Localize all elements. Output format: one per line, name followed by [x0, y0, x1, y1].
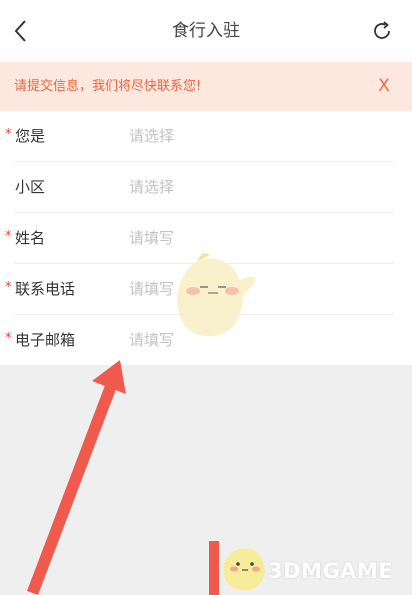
required-mark: *: [5, 280, 12, 295]
application-form: * 您是 请选择 小区 请选择 * 姓名 请填写 * 联系电话 请填写 * 电子…: [0, 111, 412, 365]
identity-select[interactable]: 请选择: [129, 111, 174, 162]
required-mark: *: [5, 127, 12, 142]
form-row-email[interactable]: * 电子邮箱 请填写: [0, 315, 412, 366]
arrow-annotation-fragment: [209, 541, 219, 595]
field-label: 您是: [15, 127, 46, 145]
community-select[interactable]: 请选择: [129, 162, 174, 213]
notice-close-button[interactable]: X: [374, 76, 394, 96]
form-row-phone[interactable]: * 联系电话 请填写: [0, 264, 412, 315]
page-title: 食行入驻: [172, 21, 240, 41]
brand-watermark: 3DMGAME: [268, 559, 394, 583]
phone-input[interactable]: 请填写: [129, 264, 174, 315]
form-row-community[interactable]: 小区 请选择: [0, 162, 412, 213]
refresh-icon: [374, 21, 390, 39]
field-label: 联系电话: [15, 280, 76, 298]
field-label: 姓名: [15, 229, 46, 247]
form-row-name[interactable]: * 姓名 请填写: [0, 213, 412, 264]
navigation-bar: 食行入驻: [0, 0, 412, 62]
field-label: 电子邮箱: [15, 331, 76, 349]
arrow-annotation: [27, 360, 126, 595]
brand-mascot-logo: [223, 548, 265, 591]
form-row-identity[interactable]: * 您是 请选择: [0, 111, 412, 162]
chevron-left-icon: [14, 20, 26, 42]
back-button[interactable]: [6, 16, 36, 46]
refresh-button[interactable]: [368, 17, 396, 45]
required-mark: *: [5, 331, 12, 346]
email-input[interactable]: 请填写: [129, 315, 174, 366]
required-mark: *: [5, 229, 12, 244]
notice-banner: 请提交信息，我们将尽快联系您! X: [0, 62, 412, 111]
field-label: 小区: [15, 178, 46, 196]
notice-text: 请提交信息，我们将尽快联系您!: [14, 79, 202, 94]
name-input[interactable]: 请填写: [129, 213, 174, 264]
